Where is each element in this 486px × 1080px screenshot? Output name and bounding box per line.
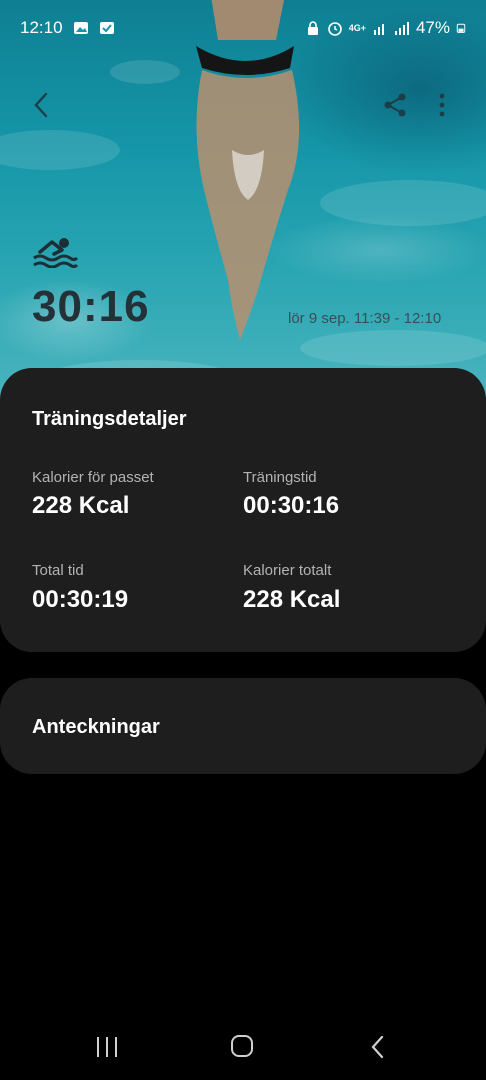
notes-title: Anteckningar xyxy=(32,716,160,738)
workout-duration: 30:16 xyxy=(32,282,150,331)
check-icon xyxy=(99,22,114,34)
system-nav-bar xyxy=(0,1020,486,1080)
status-time: 12:10 xyxy=(20,18,63,37)
training-details-title: Träningsdetaljer xyxy=(32,408,187,430)
back-arrow-icon[interactable] xyxy=(28,90,56,120)
alarm-icon xyxy=(327,22,342,36)
lock-icon xyxy=(307,21,318,35)
stat-value-total-time: 00:30:19 xyxy=(32,586,129,613)
stat-label-training-time: Träningstid xyxy=(243,469,317,486)
top-app-bar xyxy=(0,80,486,130)
stat-value-total-calories: 228 Kcal xyxy=(243,586,341,613)
stat-label-total-calories: Kalorier totalt xyxy=(243,562,332,579)
recent-apps-icon[interactable] xyxy=(95,1036,119,1058)
stat-label-session-calories: Kalorier för passet xyxy=(32,469,154,486)
status-bar: 12:10 4G+ 47% xyxy=(0,0,486,56)
stat-value-session-calories: 228 Kcal xyxy=(32,492,130,519)
workout-date-range: lör 9 sep. 11:39 - 12:10 xyxy=(288,310,442,327)
battery-icon xyxy=(456,23,466,33)
share-icon[interactable] xyxy=(382,92,408,118)
battery-percent: 47% xyxy=(415,18,450,37)
stat-value-training-time: 00:30:16 xyxy=(243,492,340,519)
network-type: 4G+ xyxy=(348,23,366,33)
home-icon[interactable] xyxy=(230,1034,254,1058)
more-options-icon[interactable] xyxy=(432,90,452,120)
nav-back-icon[interactable] xyxy=(368,1034,388,1060)
signal-icon xyxy=(394,22,409,35)
stat-label-total-time: Total tid xyxy=(32,562,84,579)
swimming-icon xyxy=(33,238,78,268)
training-details-card: Träningsdetaljer Kalorier för passet 228… xyxy=(0,368,486,652)
notes-card[interactable]: Anteckningar xyxy=(0,678,486,774)
gallery-icon xyxy=(73,22,88,34)
hero-photo xyxy=(0,0,486,420)
wifi-icon xyxy=(373,24,384,35)
